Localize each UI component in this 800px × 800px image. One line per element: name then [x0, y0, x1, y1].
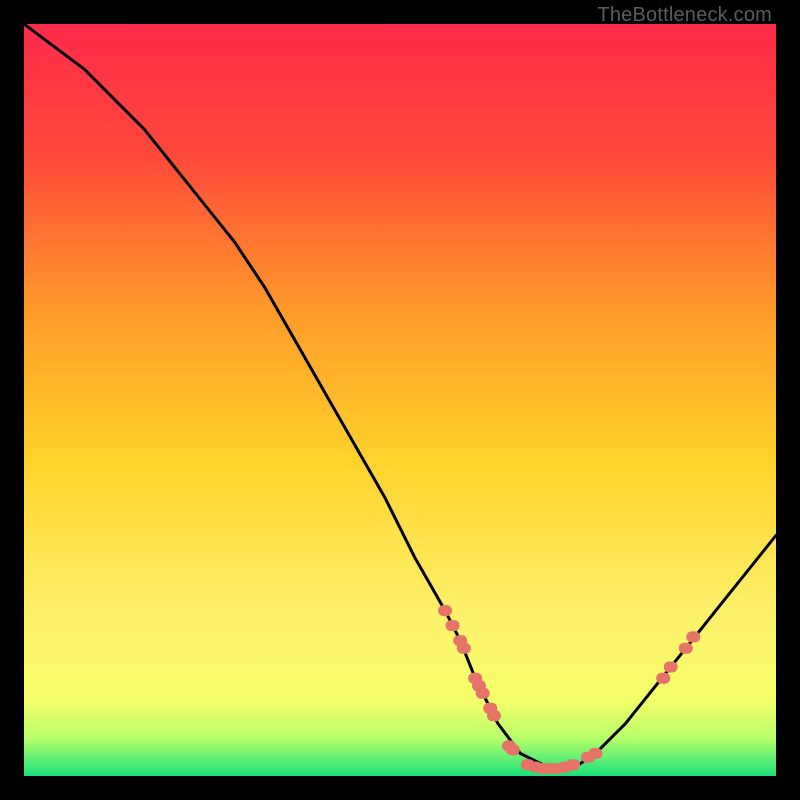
curve-marker — [686, 631, 700, 642]
curve-marker — [679, 643, 693, 654]
curve-marker — [446, 620, 460, 631]
curve-marker — [664, 662, 678, 673]
curve-marker — [457, 643, 471, 654]
gradient-background — [24, 24, 776, 776]
curve-marker — [656, 673, 670, 684]
watermark-text: TheBottleneck.com — [597, 4, 772, 27]
curve-marker — [487, 710, 501, 721]
curve-marker — [589, 748, 603, 759]
curve-marker — [506, 744, 520, 755]
curve-marker — [476, 688, 490, 699]
chart-frame — [24, 24, 776, 776]
bottleneck-chart — [24, 24, 776, 776]
curve-marker — [566, 759, 580, 770]
curve-marker — [438, 605, 452, 616]
